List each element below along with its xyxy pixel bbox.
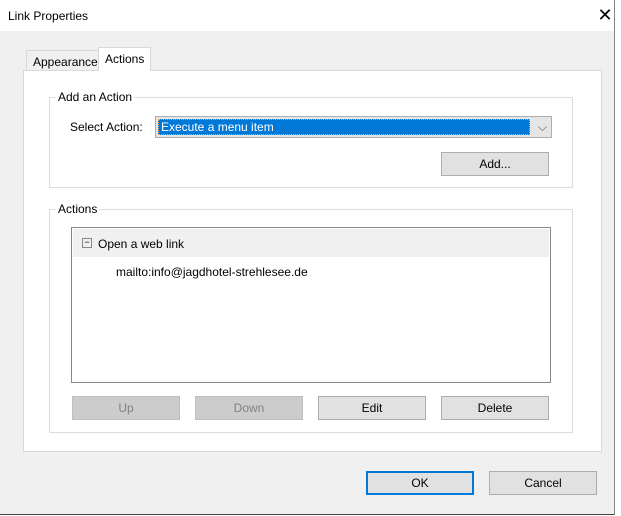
down-button[interactable]: Down (195, 396, 303, 420)
title-bar: Link Properties ✕ (0, 0, 614, 31)
collapse-icon[interactable]: − (82, 238, 92, 248)
actions-legend: Actions (56, 202, 100, 216)
link-properties-dialog: Link Properties ✕ Appearance Actions Add… (0, 0, 615, 515)
add-action-legend: Add an Action (56, 90, 135, 104)
select-action-label: Select Action: (70, 120, 143, 134)
add-button[interactable]: Add... (441, 152, 549, 176)
action-detail[interactable]: mailto:info@jagdhotel-strehlesee.de (116, 265, 308, 279)
tab-appearance[interactable]: Appearance (26, 50, 105, 71)
chevron-down-icon[interactable]: ⌵ (538, 120, 547, 135)
tree-node-open-web-link[interactable]: − Open a web link (73, 229, 549, 257)
select-action-dropdown[interactable]: Execute a menu item ⌵ (155, 116, 552, 138)
cancel-button[interactable]: Cancel (489, 471, 597, 495)
tab-actions[interactable]: Actions (98, 47, 152, 71)
select-action-value: Execute a menu item (158, 119, 530, 135)
close-icon[interactable]: ✕ (594, 4, 616, 26)
actions-tree[interactable]: − Open a web link mailto:info@jagdhotel-… (71, 227, 551, 383)
edit-button[interactable]: Edit (318, 396, 426, 420)
delete-button[interactable]: Delete (441, 396, 549, 420)
action-type: Open a web link (98, 237, 185, 251)
ok-button[interactable]: OK (366, 471, 474, 495)
dialog-title: Link Properties (8, 9, 89, 23)
up-button[interactable]: Up (72, 396, 180, 420)
